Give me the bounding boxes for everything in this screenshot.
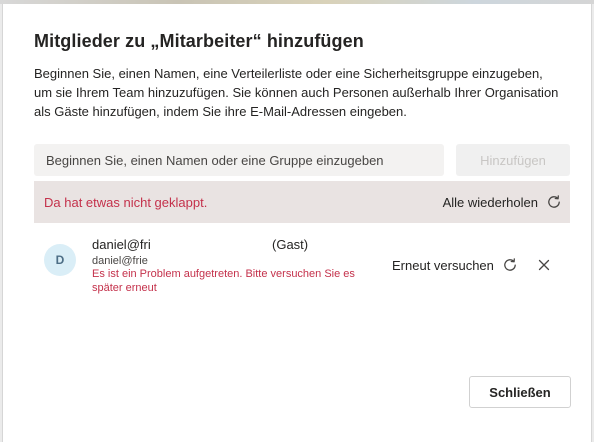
remove-member-button[interactable] <box>536 257 552 273</box>
retry-member-button[interactable]: Erneut versuchen <box>392 253 518 277</box>
refresh-icon <box>502 257 518 273</box>
member-name: daniel@fri <box>92 237 151 252</box>
dialog-title: Mitglieder zu „Mitarbeiter“ hinzufügen <box>34 31 364 51</box>
add-button[interactable]: Hinzufügen <box>456 144 570 176</box>
add-members-dialog: Mitglieder zu „Mitarbeiter“ hinzufügen B… <box>2 4 592 442</box>
refresh-icon <box>546 194 562 210</box>
dialog-description: Beginnen Sie, einen Namen, eine Verteile… <box>34 66 559 119</box>
error-banner: Da hat etwas nicht geklappt. Alle wieder… <box>34 181 570 223</box>
pending-member-row: D daniel@fri (Gast) daniel@frie Es ist e… <box>34 230 570 296</box>
avatar: D <box>44 244 76 276</box>
error-message: Da hat etwas nicht geklappt. <box>44 195 208 210</box>
retry-all-label: Alle wiederholen <box>442 194 538 210</box>
guest-tag: (Gast) <box>272 237 309 252</box>
retry-all-button[interactable]: Alle wiederholen <box>443 190 562 214</box>
member-error-message: Es ist ein Problem aufgetreten. Bitte ve… <box>92 268 355 294</box>
member-search-input[interactable] <box>34 144 444 176</box>
retry-member-label: Erneut versuchen <box>392 257 494 273</box>
close-dialog-button[interactable]: Schließen <box>469 376 571 408</box>
member-email: daniel@frie <box>92 255 148 267</box>
close-icon <box>536 259 552 277</box>
